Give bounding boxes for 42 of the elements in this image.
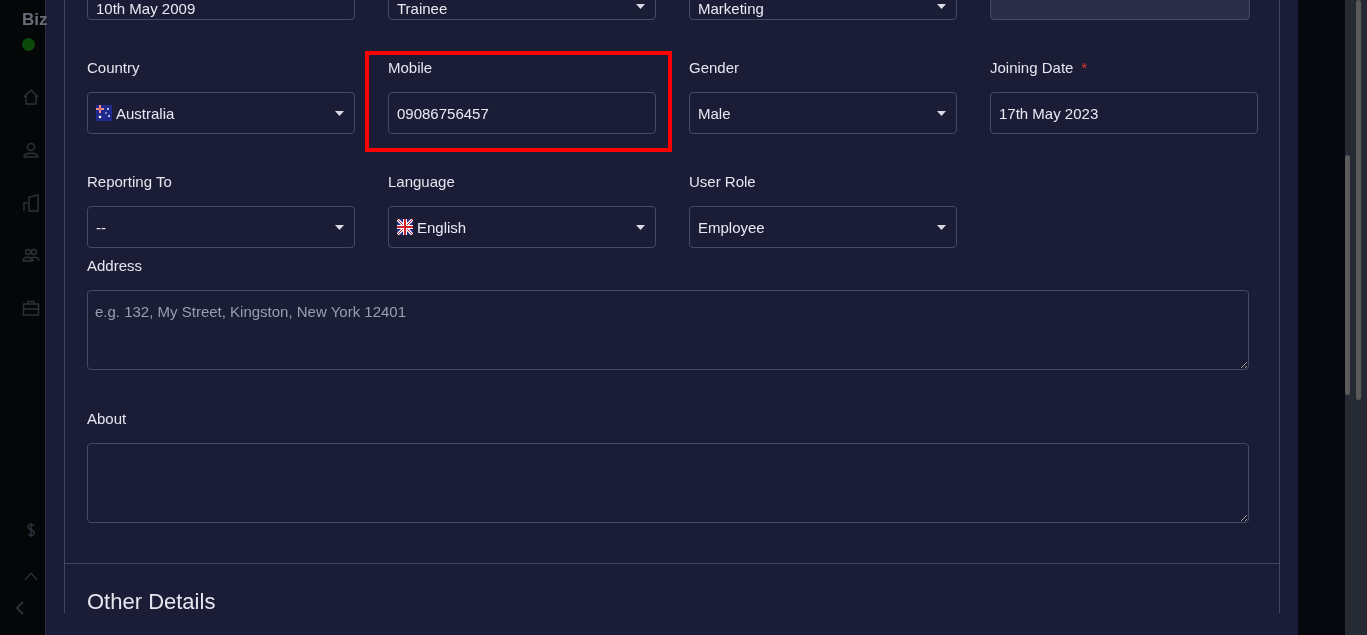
text-area[interactable] [87, 443, 1249, 523]
scrollbar-thumb[interactable] [1345, 155, 1350, 395]
flag-icon [397, 219, 413, 235]
field-label: About [87, 409, 128, 428]
brand-name: Biz [22, 10, 48, 30]
field-label: Gender [689, 59, 740, 76]
required-mark: * [1081, 59, 1087, 76]
user-icon[interactable] [22, 141, 40, 159]
briefcase-icon[interactable] [22, 299, 40, 317]
caret-icon [335, 110, 344, 116]
field-label: Joining Date [990, 59, 1074, 76]
caret-icon [937, 110, 946, 116]
home-icon[interactable] [22, 88, 40, 106]
building-icon[interactable] [22, 194, 40, 212]
text-area[interactable]: e.g. 132, My Street, Kingston, New York 12401 [87, 290, 1249, 370]
caret-icon [335, 224, 344, 230]
section-title: Other Details [87, 589, 217, 615]
select-field[interactable]: Trainee [388, 0, 656, 20]
flag-icon [96, 105, 112, 121]
caret-icon [937, 4, 946, 9]
field-label: Mobile [388, 59, 433, 76]
caret-icon [636, 224, 645, 230]
select-field[interactable]: Employee [689, 206, 957, 248]
scrollbar-thumb[interactable] [1356, 0, 1361, 400]
select-field[interactable]: -- [87, 206, 355, 248]
select-field[interactable]: English [388, 206, 656, 248]
field-label: Address [87, 256, 144, 275]
status-dot-icon [22, 38, 35, 51]
users-icon[interactable] [22, 246, 40, 264]
field-label: Country [87, 59, 140, 76]
caret-icon [636, 4, 645, 9]
input-field[interactable]: 09086756457 [388, 92, 656, 134]
chevron-left-icon[interactable] [15, 600, 25, 616]
field-label: Language [388, 173, 455, 190]
select-field[interactable]: Australia [87, 92, 355, 134]
input-field[interactable]: 17th May 2023 [990, 92, 1258, 134]
select-field[interactable]: Marketing [689, 0, 957, 20]
field-label: User Role [689, 173, 756, 190]
caret-icon [937, 224, 946, 230]
input-field[interactable]: 10th May 2009 [87, 0, 355, 20]
select-field[interactable]: Male [689, 92, 957, 134]
field-label: Reporting To [87, 173, 172, 190]
